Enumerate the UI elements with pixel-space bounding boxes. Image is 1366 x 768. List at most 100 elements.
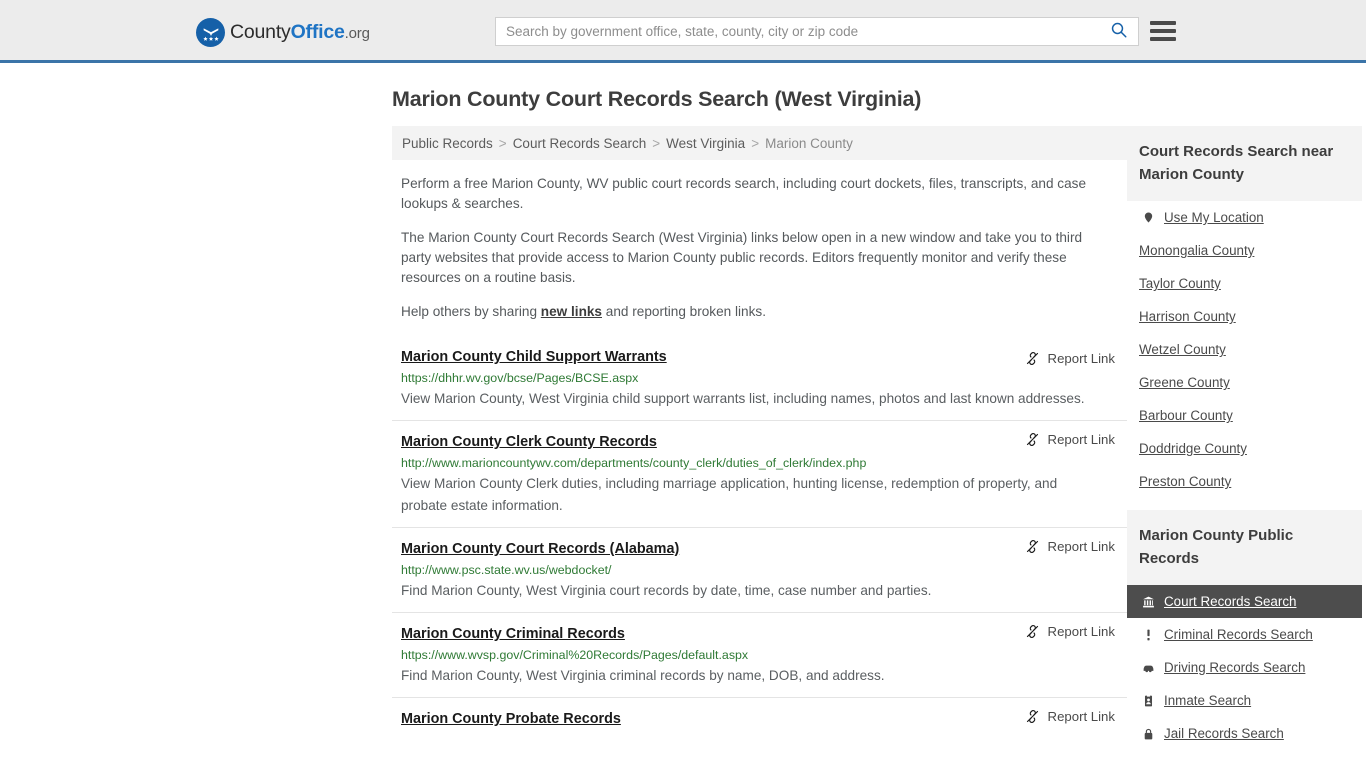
- result-url: https://dhhr.wv.gov/bcse/Pages/BCSE.aspx: [401, 371, 639, 385]
- intro-paragraph-1: Perform a free Marion County, WV public …: [401, 176, 1087, 211]
- broken-link-icon: [1025, 539, 1040, 554]
- intro-p3-after: and reporting broken links.: [602, 304, 766, 319]
- broken-link-icon: [1025, 432, 1040, 447]
- breadcrumb-item-3[interactable]: West Virginia: [666, 136, 745, 151]
- new-links-link[interactable]: new links: [541, 304, 602, 319]
- nearby-county-item[interactable]: Greene County: [1127, 366, 1362, 399]
- nearby-county-item[interactable]: Doddridge County: [1127, 432, 1362, 465]
- result-url: http://www.marioncountywv.com/department…: [401, 456, 867, 470]
- nearby-county-link[interactable]: Barbour County: [1139, 408, 1233, 423]
- result-url: https://www.wvsp.gov/Criminal%20Records/…: [401, 648, 749, 662]
- search-button[interactable]: [1100, 18, 1138, 45]
- report-link-label: Report Link: [1047, 709, 1115, 724]
- public-records-item[interactable]: Inmate Search: [1127, 684, 1362, 717]
- public-records-link[interactable]: Driving Records Search: [1164, 660, 1305, 675]
- exclamation-icon: [1139, 628, 1157, 642]
- breadcrumb-item-1[interactable]: Public Records: [402, 136, 493, 151]
- nearby-county-item[interactable]: Use My Location: [1127, 201, 1362, 234]
- report-link-button[interactable]: Report Link: [1025, 351, 1115, 366]
- nearby-county-link[interactable]: Monongalia County: [1139, 243, 1254, 258]
- intro-paragraph-2: The Marion County Court Records Search (…: [401, 230, 1083, 285]
- public-records-link[interactable]: Criminal Records Search: [1164, 627, 1313, 642]
- result-description: Find Marion County, West Virginia court …: [401, 583, 932, 598]
- nearby-county-link[interactable]: Harrison County: [1139, 309, 1236, 324]
- nearby-county-item[interactable]: Taylor County: [1127, 267, 1362, 300]
- result-description: View Marion County, West Virginia child …: [401, 391, 1085, 406]
- public-records-item[interactable]: Driving Records Search: [1127, 651, 1362, 684]
- hamburger-menu-icon[interactable]: [1150, 19, 1176, 43]
- nearby-county-link[interactable]: Preston County: [1139, 474, 1231, 489]
- nearby-county-link[interactable]: Greene County: [1139, 375, 1230, 390]
- result-description: Find Marion County, West Virginia crimin…: [401, 668, 885, 683]
- result-title-link[interactable]: Marion County Probate Records: [401, 711, 621, 727]
- result-title-link[interactable]: Marion County Child Support Warrants: [401, 349, 667, 365]
- results-list: Marion County Child Support Warrants http…: [392, 340, 1127, 743]
- result-url: http://www.psc.state.wv.us/webdocket/: [401, 563, 612, 577]
- nearby-county-link[interactable]: Doddridge County: [1139, 441, 1247, 456]
- public-records-item[interactable]: Jail Records Search: [1127, 717, 1362, 750]
- public-records-box: Marion County Public Records Court Recor…: [1127, 510, 1362, 750]
- eagle-shield-logo-icon: [196, 18, 225, 47]
- result-item: Marion County Court Records (Alabama) htt…: [392, 527, 1127, 612]
- search-input[interactable]: [496, 18, 1100, 45]
- page-title: Marion County Court Records Search (West…: [392, 87, 922, 111]
- breadcrumb-separator: >: [751, 136, 760, 151]
- public-records-link[interactable]: Jail Records Search: [1164, 726, 1284, 741]
- search-bar: [495, 17, 1139, 46]
- nearby-county-link[interactable]: Use My Location: [1164, 210, 1264, 225]
- search-icon: [1110, 21, 1128, 42]
- hamburger-bar: [1150, 37, 1176, 41]
- site-header: CountyOffice.org: [0, 0, 1366, 63]
- nearby-county-item[interactable]: Monongalia County: [1127, 234, 1362, 267]
- public-records-item[interactable]: Court Records Search: [1127, 585, 1362, 618]
- report-link-button[interactable]: Report Link: [1025, 624, 1115, 639]
- report-link-label: Report Link: [1047, 539, 1115, 554]
- sidebar: Court Records Search near Marion County …: [1127, 126, 1362, 756]
- result-item: Marion County Clerk County Records http:/…: [392, 420, 1127, 527]
- public-records-item[interactable]: Criminal Records Search: [1127, 618, 1362, 651]
- result-title-link[interactable]: Marion County Clerk County Records: [401, 434, 657, 450]
- public-records-list: Court Records Search Criminal Records Sea…: [1127, 585, 1362, 750]
- hamburger-bar: [1150, 21, 1176, 25]
- nearby-county-item[interactable]: Wetzel County: [1127, 333, 1362, 366]
- report-link-label: Report Link: [1047, 351, 1115, 366]
- nearby-county-link[interactable]: Taylor County: [1139, 276, 1221, 291]
- result-item: Marion County Child Support Warrants http…: [392, 340, 1127, 420]
- courthouse-icon: [1139, 595, 1157, 609]
- nearby-county-item[interactable]: Barbour County: [1127, 399, 1362, 432]
- public-records-link[interactable]: Inmate Search: [1164, 693, 1251, 708]
- public-records-heading: Marion County Public Records: [1127, 510, 1362, 585]
- main-column: Public Records > Court Records Search > West…: [392, 126, 1127, 743]
- nearby-county-item[interactable]: Preston County: [1127, 465, 1362, 498]
- breadcrumb-separator: >: [498, 136, 507, 151]
- logo-wordmark: CountyOffice.org: [230, 20, 370, 43]
- public-records-link[interactable]: Court Records Search: [1164, 594, 1296, 609]
- intro-p3-before: Help others by sharing: [401, 304, 541, 319]
- nearby-county-link[interactable]: Wetzel County: [1139, 342, 1226, 357]
- broken-link-icon: [1025, 351, 1040, 366]
- report-link-button[interactable]: Report Link: [1025, 709, 1115, 724]
- result-description: View Marion County Clerk duties, includi…: [401, 476, 1058, 513]
- nearby-county-list: Use My Location Monongalia County Taylor C…: [1127, 201, 1362, 498]
- hamburger-bar: [1150, 29, 1176, 33]
- nearby-county-item[interactable]: Harrison County: [1127, 300, 1362, 333]
- breadcrumb: Public Records > Court Records Search > West…: [392, 126, 1127, 160]
- result-item: Marion County Probate Records Report Link: [392, 697, 1127, 743]
- result-title-link[interactable]: Marion County Criminal Records: [401, 626, 625, 642]
- logo-text-office: Office: [290, 20, 345, 43]
- logo-text-org: .org: [344, 24, 370, 42]
- breadcrumb-item-4: Marion County: [765, 136, 853, 151]
- result-title-link[interactable]: Marion County Court Records (Alabama): [401, 541, 679, 557]
- intro-paragraph-3: Help others by sharing new links and rep…: [401, 302, 1116, 322]
- report-link-label: Report Link: [1047, 432, 1115, 447]
- logo-text-county: County: [230, 20, 291, 43]
- map-pin-icon: [1139, 210, 1157, 225]
- report-link-button[interactable]: Report Link: [1025, 539, 1115, 554]
- result-item: Marion County Criminal Records https://ww…: [392, 612, 1127, 697]
- nearby-search-heading: Court Records Search near Marion County: [1127, 126, 1362, 201]
- site-logo[interactable]: CountyOffice.org: [196, 18, 370, 47]
- breadcrumb-separator: >: [652, 136, 661, 151]
- lock-icon: [1139, 727, 1157, 741]
- report-link-button[interactable]: Report Link: [1025, 432, 1115, 447]
- breadcrumb-item-2[interactable]: Court Records Search: [513, 136, 647, 151]
